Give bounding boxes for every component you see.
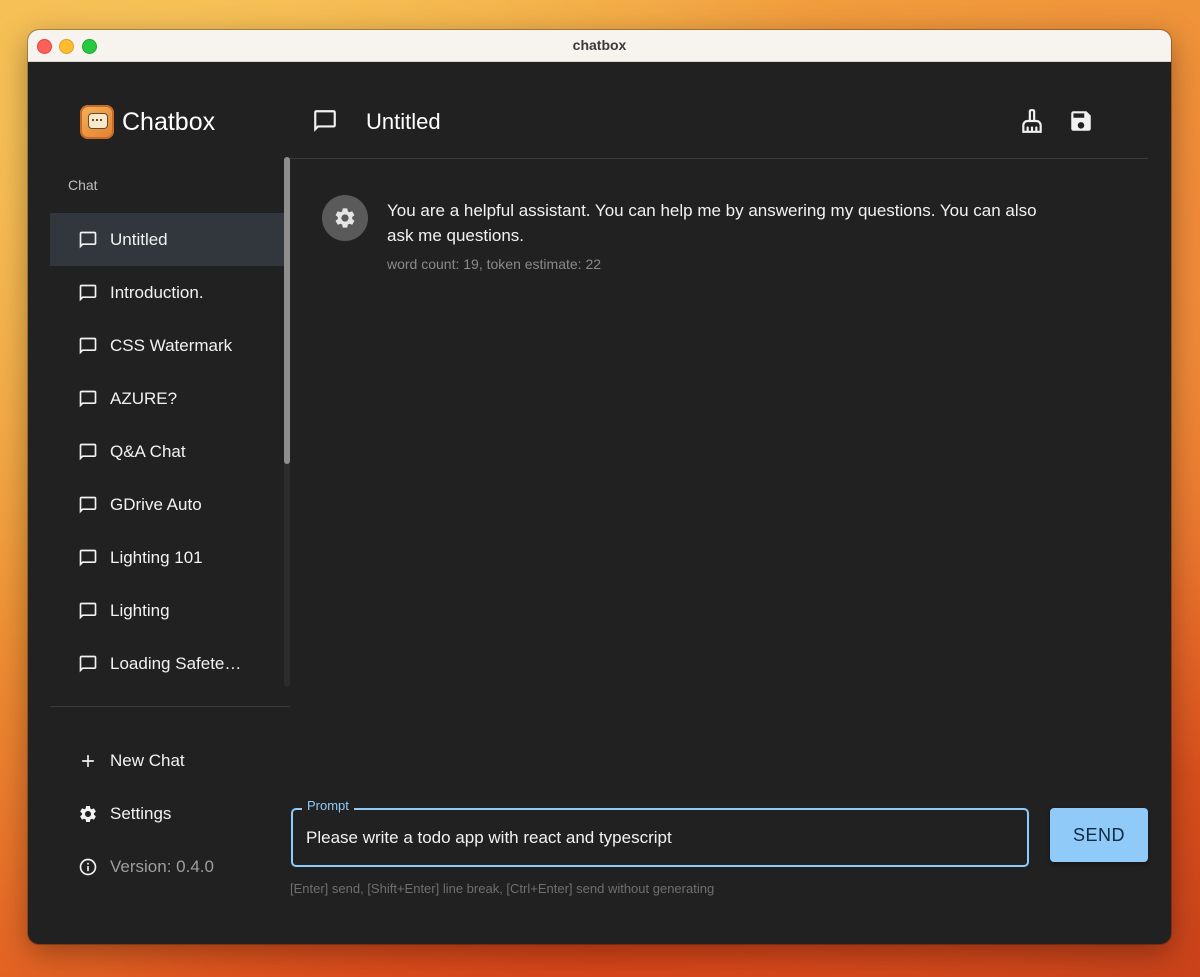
sidebar-item-label: AZURE?: [110, 388, 178, 408]
system-avatar: [322, 195, 368, 241]
sidebar-item-label: Lighting: [110, 600, 170, 620]
chat-bubble-icon: [79, 390, 97, 407]
gear-icon: [80, 806, 96, 822]
sidebar-item-gdrive-auto[interactable]: GDrive Auto: [50, 478, 284, 531]
sidebar-item-label: CSS Watermark: [110, 335, 233, 355]
title-bar: chatbox: [28, 30, 1171, 62]
sidebar-item-lighting-101[interactable]: Lighting 101: [50, 531, 284, 584]
sidebar-item-label: Loading Safete…: [110, 653, 242, 673]
gear-icon: [335, 208, 355, 228]
keyboard-hint: [Enter] send, [Shift+Enter] line break, …: [290, 881, 715, 896]
chat-bubble-icon: [79, 496, 97, 513]
sidebar-item-qa-chat[interactable]: Q&A Chat: [50, 425, 284, 478]
chat-bubble-icon: [314, 110, 336, 132]
plus-icon: [82, 755, 94, 767]
page-title: Untitled: [366, 109, 441, 134]
sidebar-divider: [50, 706, 290, 707]
chat-bubble-icon: [79, 443, 97, 460]
sidebar-item-label: Untitled: [110, 229, 168, 249]
sidebar-item-azure[interactable]: AZURE?: [50, 372, 284, 425]
chat-bubble-icon: [79, 231, 97, 248]
save-icon[interactable]: [1068, 108, 1094, 134]
settings-label: Settings: [110, 804, 172, 823]
system-message-text: You are a helpful assistant. You can hel…: [387, 201, 1037, 245]
prompt-label: Prompt: [302, 798, 354, 813]
chat-bubble-icon: [79, 284, 97, 301]
settings-button[interactable]: Settings: [78, 799, 171, 829]
info-icon: [79, 858, 97, 876]
send-button[interactable]: SEND: [1050, 808, 1148, 862]
app-window: chatbox Chatbox Chat Untitled Introducti…: [28, 30, 1171, 944]
broom-icon[interactable]: [1019, 108, 1045, 134]
sidebar-item-css-watermark[interactable]: CSS Watermark: [50, 319, 284, 372]
sidebar-scrollbar-thumb[interactable]: [284, 157, 290, 464]
chat-list: Untitled Introduction. CSS Watermark AZU…: [50, 213, 284, 690]
sidebar-item-lighting[interactable]: Lighting: [50, 584, 284, 637]
sidebar-item-loading-safety[interactable]: Loading Safete…: [50, 637, 284, 690]
header-divider: [290, 158, 1148, 159]
new-chat-label: New Chat: [110, 751, 185, 770]
chat-bubble-icon: [79, 337, 97, 354]
prompt-input[interactable]: [306, 826, 1006, 850]
message-meta: word count: 19, token estimate: 22: [387, 256, 602, 272]
version-info: Version: 0.4.0: [78, 852, 214, 882]
chatbox-logo-icon: [80, 105, 114, 139]
chat-bubble-icon: [79, 549, 97, 566]
chat-section-label: Chat: [68, 177, 98, 193]
sidebar-item-label: Lighting 101: [110, 547, 203, 567]
sidebar-item-label: GDrive Auto: [110, 494, 202, 514]
sidebar-item-label: Introduction.: [110, 282, 204, 302]
chat-bubble-icon: [79, 602, 97, 619]
new-chat-button[interactable]: New Chat: [78, 746, 185, 776]
sidebar-item-introduction[interactable]: Introduction.: [50, 266, 284, 319]
brand: Chatbox: [80, 102, 215, 142]
chat-bubble-icon: [79, 655, 97, 672]
version-label: Version: 0.4.0: [110, 857, 214, 876]
sidebar-item-label: Q&A Chat: [110, 441, 186, 461]
sidebar-item-untitled[interactable]: Untitled: [50, 213, 284, 266]
brand-name: Chatbox: [122, 107, 216, 136]
window-title: chatbox: [572, 37, 627, 53]
